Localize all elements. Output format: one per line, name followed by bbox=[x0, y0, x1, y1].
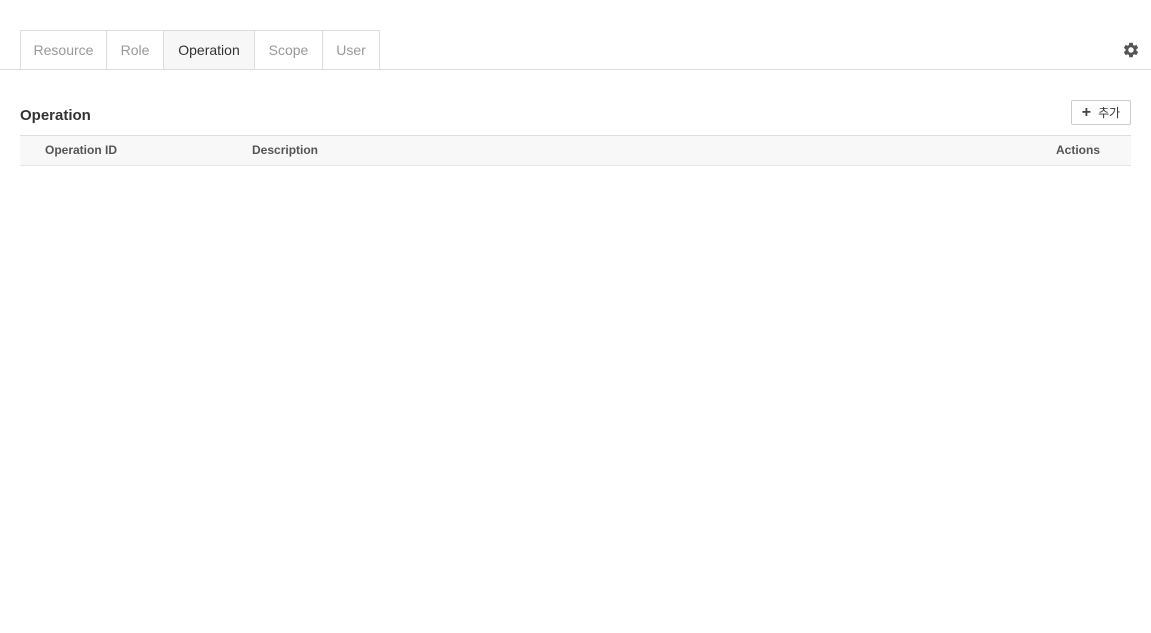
tab-list: Resource Role Operation Scope User bbox=[20, 30, 380, 70]
column-header-actions: Actions bbox=[1056, 143, 1101, 157]
app-page: Resource Role Operation Scope User Opera… bbox=[0, 0, 1151, 633]
section-title: Operation bbox=[20, 107, 91, 124]
tab-role[interactable]: Role bbox=[107, 30, 164, 70]
plus-icon: + bbox=[1081, 103, 1092, 121]
tab-user[interactable]: User bbox=[323, 30, 380, 70]
add-button[interactable]: + 추가 bbox=[1071, 100, 1131, 125]
table-header: Operation ID Description Actions bbox=[20, 135, 1131, 166]
column-header-description[interactable]: Description bbox=[252, 136, 318, 165]
column-header-operation-id[interactable]: Operation ID bbox=[45, 136, 117, 165]
tab-resource[interactable]: Resource bbox=[20, 30, 107, 70]
add-button-label: 추가 bbox=[1098, 106, 1121, 120]
tab-bar: Resource Role Operation Scope User bbox=[0, 30, 1151, 70]
tab-operation[interactable]: Operation bbox=[164, 30, 255, 70]
tab-scope[interactable]: Scope bbox=[255, 30, 323, 70]
gear-icon[interactable] bbox=[1122, 41, 1140, 59]
